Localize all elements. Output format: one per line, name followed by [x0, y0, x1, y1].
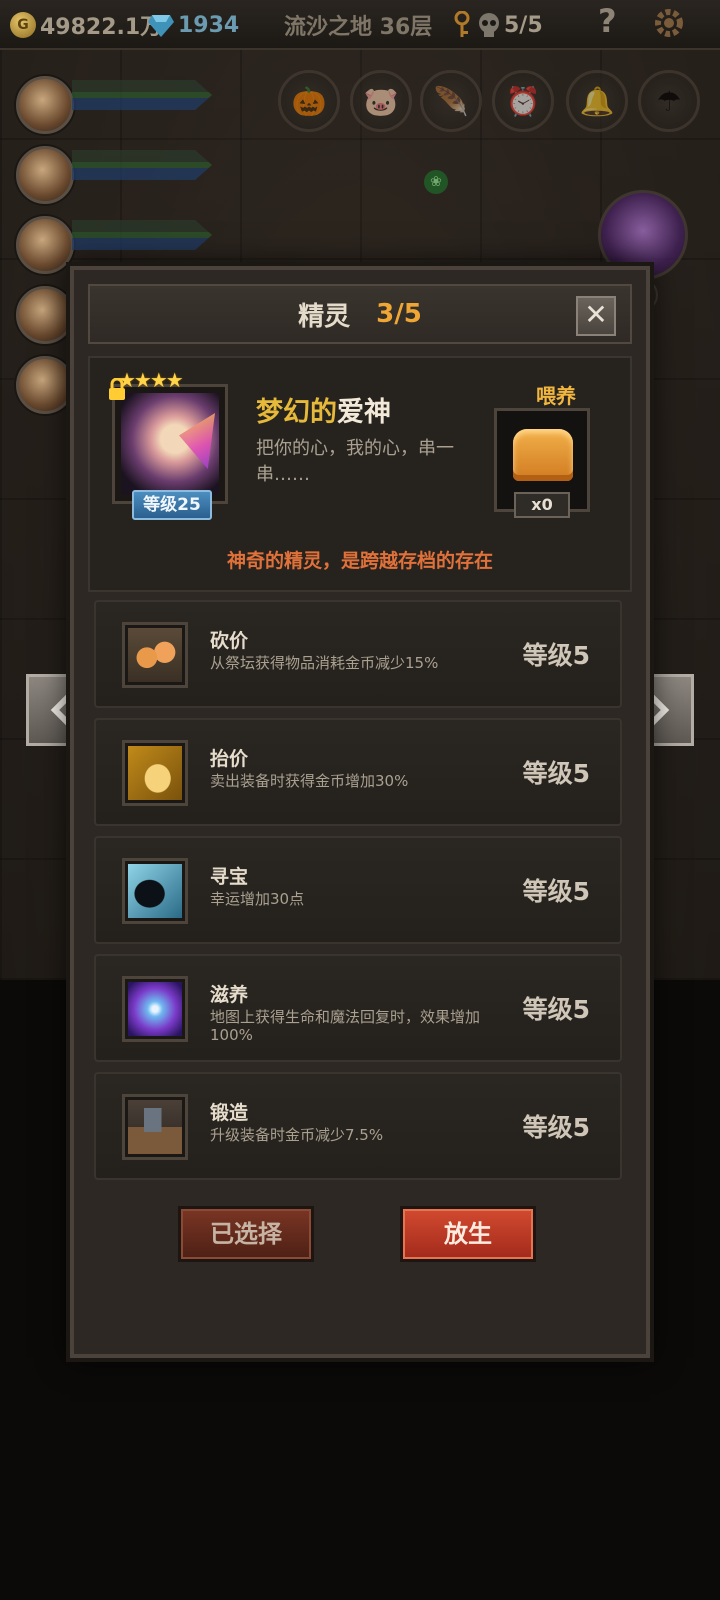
- skill-row[interactable]: 抬价 卖出装备时获得金币增加30% 等级5: [94, 718, 622, 826]
- party-member-avatar[interactable]: [16, 286, 74, 344]
- skill-row[interactable]: 滋养 地图上获得生命和魔法回复时，效果增加100% 等级5: [94, 954, 622, 1062]
- spirit-dialog: 精灵 3/5 ✕ ★★★★ 等级25 梦幻的爱神 把你的心，我的心，串一串……: [70, 266, 650, 1358]
- game-screen: G 49822.1万 1934 流沙之地 36层 5/5 ? 🎃 🐷 🪶 ⏰ 🔔…: [0, 0, 720, 1600]
- skill-description: 地图上获得生命和魔法回复时，效果增加100%: [210, 1008, 481, 1044]
- release-button[interactable]: 放生: [400, 1206, 536, 1262]
- party-hp-bar: [72, 220, 212, 250]
- coins-icon: [122, 622, 188, 688]
- spirit-level-badge: 等级25: [132, 490, 212, 520]
- skill-level: 等级5: [522, 759, 590, 788]
- spirit-card[interactable]: [112, 384, 228, 504]
- party-member-avatar[interactable]: [16, 146, 74, 204]
- wing-decoration: [179, 413, 215, 469]
- gold-display: G 49822.1万: [10, 10, 162, 40]
- floor-title: 流沙之地 36层: [284, 15, 433, 40]
- help-button[interactable]: ?: [598, 2, 617, 40]
- party-hp-bar: [72, 80, 212, 110]
- party-member-avatar[interactable]: [16, 216, 74, 274]
- diamond-icon: [148, 15, 174, 37]
- star-rating: ★★★★: [118, 368, 184, 392]
- top-status-bar: G 49822.1万 1934 流沙之地 36层 5/5 ?: [0, 0, 720, 50]
- close-icon: ✕: [584, 298, 608, 331]
- skill-name: 寻宝: [210, 866, 249, 888]
- skull-icon: [479, 13, 499, 37]
- skill-name: 抬价: [210, 748, 249, 770]
- floor-title-wrap: 流沙之地 36层: [284, 10, 432, 40]
- skill-description: 卖出装备时获得金币增加30%: [210, 772, 409, 790]
- feather-skill-icon[interactable]: 🪶: [420, 70, 482, 132]
- skill-level: 等级5: [522, 641, 590, 670]
- skill-name: 锻造: [210, 1102, 249, 1124]
- cupid-portrait: [121, 393, 219, 495]
- skill-level: 等级5: [522, 877, 590, 906]
- party-member-avatar[interactable]: [16, 76, 74, 134]
- gear-icon: [655, 9, 683, 37]
- map-marker-icon: ❀: [424, 170, 448, 194]
- lock-icon: [109, 378, 125, 400]
- pumpkin-skill-icon[interactable]: 🎃: [278, 70, 340, 132]
- selected-button[interactable]: 已选择: [178, 1206, 314, 1262]
- bread-icon: [513, 429, 573, 481]
- party-member-avatar[interactable]: [16, 356, 74, 414]
- skill-level: 等级5: [522, 1113, 590, 1142]
- spirit-name: 梦幻的爱神: [256, 390, 391, 429]
- skill-row[interactable]: 寻宝 幸运增加30点 等级5: [94, 836, 622, 944]
- skill-name: 滋养: [210, 984, 249, 1006]
- settings-button[interactable]: [652, 8, 686, 38]
- skill-level: 等级5: [522, 995, 590, 1024]
- spirit-description: 把你的心，我的心，串一串……: [256, 438, 454, 485]
- pig-skill-icon[interactable]: 🐷: [350, 70, 412, 132]
- key-icon: [454, 11, 470, 37]
- umbrella-skill-icon[interactable]: ☂: [638, 70, 700, 132]
- spirit-name-prefix: 梦幻的: [256, 397, 337, 428]
- close-button[interactable]: ✕: [576, 296, 616, 336]
- spirit-info-panel: ★★★★ 等级25 梦幻的爱神 把你的心，我的心，串一串…… 喂养 x0 神奇的…: [88, 356, 632, 592]
- silhouette-icon: [122, 858, 188, 924]
- party-hp-bar: [72, 150, 212, 180]
- key-skull-display: 5/5: [452, 10, 543, 40]
- hammer-icon: [122, 1094, 188, 1160]
- dialog-header: 精灵 3/5 ✕: [88, 284, 632, 344]
- skill-name: 砍价: [210, 630, 249, 652]
- gold-amount: 49822.1万: [40, 15, 163, 40]
- help-icon: ?: [598, 2, 617, 40]
- gem-display: 1934: [148, 10, 239, 40]
- skull-count: 5/5: [504, 12, 543, 38]
- dialog-title: 精灵: [298, 301, 351, 332]
- bell-skill-icon[interactable]: 🔔: [566, 70, 628, 132]
- skill-description: 从祭坛获得物品消耗金币减少15%: [210, 654, 439, 672]
- spirit-count: 3/5: [376, 299, 422, 329]
- spirit-name-main: 爱神: [337, 397, 391, 428]
- gold-coin-icon: G: [10, 12, 36, 38]
- spirit-tagline: 神奇的精灵，是跨越存档的存在: [226, 550, 493, 572]
- gem-amount: 1934: [178, 12, 240, 38]
- hand-icon: [122, 740, 188, 806]
- skill-row[interactable]: 砍价 从祭坛获得物品消耗金币减少15% 等级5: [94, 600, 622, 708]
- fairy-wings-icon: [122, 976, 188, 1042]
- skill-description: 幸运增加30点: [210, 890, 305, 908]
- skill-row[interactable]: 锻造 升级装备时金币减少7.5% 等级5: [94, 1072, 622, 1180]
- skill-description: 升级装备时金币减少7.5%: [210, 1126, 384, 1144]
- clock-skill-icon[interactable]: ⏰: [492, 70, 554, 132]
- feed-count: x0: [514, 492, 570, 518]
- feed-label: 喂养: [536, 384, 576, 408]
